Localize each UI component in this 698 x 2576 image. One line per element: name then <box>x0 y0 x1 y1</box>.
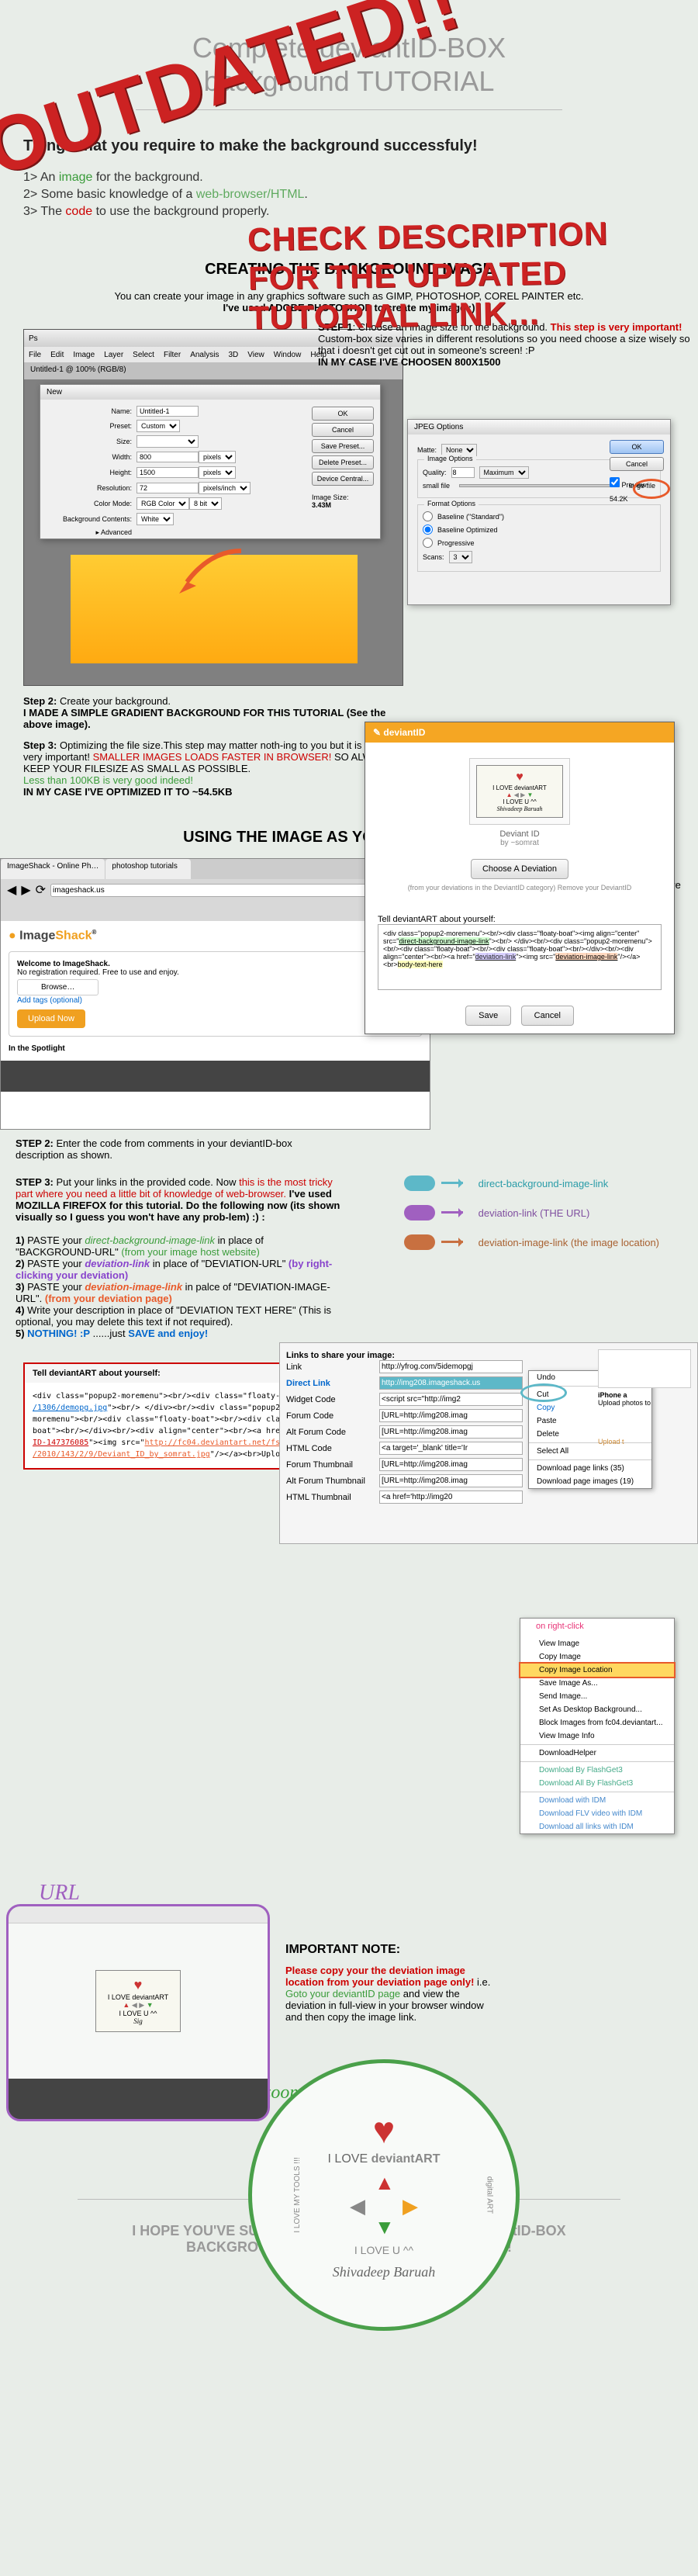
deviantid-popup: ✎ deviantID ♥I LOVE deviantART ▲ ◀ ▶ ▼ I… <box>365 722 675 1034</box>
jpeg-ok-button[interactable]: OK <box>610 440 664 454</box>
page-title: Complete deviantID-BOX background TUTORI… <box>0 31 698 98</box>
req-item: 1> An image for the background. <box>23 171 675 185</box>
photoshop-window: Ps FileEditImageLayerSelectFilterAnalysi… <box>23 329 403 686</box>
copy-image-location[interactable]: Copy Image Location <box>520 1664 674 1677</box>
requirements-title: Things that you require to make the back… <box>23 137 675 155</box>
arrow-icon <box>171 547 249 601</box>
upload-button[interactable]: Upload Now <box>17 1009 85 1028</box>
browse-button[interactable]: Browse… <box>17 979 98 995</box>
bottom-row: URL zoomed ♥I LOVE deviantART ▲ ◀ ▶ ▼ I … <box>0 1904 698 2121</box>
pencil-icon: ✎ <box>373 727 381 738</box>
page-header: Complete deviantID-BOX background TUTORI… <box>0 0 698 137</box>
step1-text: STEP 1: Choose an image size for the bac… <box>318 321 690 368</box>
ps-cancel-button[interactable]: Cancel <box>312 423 374 437</box>
size-highlight-circle <box>633 479 670 499</box>
create-title: CREATING THE BACKGROUND IMAGE <box>23 261 675 279</box>
save-button[interactable]: Save <box>465 1006 511 1026</box>
requirements-section: Things that you require to make the back… <box>0 137 698 237</box>
back-icon[interactable]: ◀ <box>7 882 16 898</box>
deviantid-thumb[interactable]: ♥I LOVE deviantART ▲ ◀ ▶ ▼ I LOVE U ^^Sh… <box>469 758 570 825</box>
arrow-up-icon: ▲ <box>375 2171 395 2195</box>
arrow-down-icon: ▼ <box>375 2215 395 2239</box>
arrow-left-icon: ◀ <box>350 2194 365 2218</box>
req-item: 3> The code to use the background proper… <box>23 205 675 219</box>
jpeg-options-dialog: JPEG Options Matte:None Image Options Qu… <box>407 419 671 605</box>
forward-icon[interactable]: ▶ <box>21 882 30 898</box>
zoom-box: ♥ I LOVE deviantART ▲ ▼ ◀ ▶ I LOVE MY TO… <box>248 2059 520 2331</box>
use-section: USING THE IMAGE AS YOUR BACKGROUND Image… <box>0 829 698 2121</box>
url-handwritten-label: URL <box>39 1881 80 1906</box>
imageshack-logo: ● ImageShack® <box>9 929 422 943</box>
step3-block: STEP 3: Put your links in the provided c… <box>0 1169 357 1347</box>
arrow-right-icon: ▶ <box>403 2194 418 2218</box>
step2-text: Step 2: Create your background. I MADE A… <box>23 695 396 730</box>
reload-icon[interactable]: ⟳ <box>36 882 46 898</box>
heart-icon: ♥ <box>373 2110 396 2152</box>
step3-text: Step 3: Optimizing the file size.This st… <box>23 739 396 798</box>
rightclick-menu: on right-click View Image Copy Image Cop… <box>520 1618 675 1834</box>
choose-deviation-button[interactable]: Choose A Deviation <box>471 859 568 879</box>
jpeg-cancel-button[interactable]: Cancel <box>610 457 664 471</box>
ps-name-input[interactable] <box>136 406 199 417</box>
bottom-browser: ♥I LOVE deviantART ▲ ◀ ▶ ▼ I LOVE U ^^Si… <box>6 1904 270 2121</box>
requirements-list: 1> An image for the background. 2> Some … <box>23 171 675 219</box>
copy-highlight-circle <box>520 1383 567 1402</box>
legend: direct-background-image-link deviation-l… <box>404 1175 659 1264</box>
ps-preset-select[interactable]: Custom <box>136 420 180 432</box>
tell-textarea[interactable]: <div class="popup2-moremenu"><br/><div c… <box>378 924 662 990</box>
cancel-button[interactable]: Cancel <box>521 1006 574 1026</box>
ps-ok-button[interactable]: OK <box>312 407 374 421</box>
req-item: 2> Some basic knowledge of a web-browser… <box>23 188 675 202</box>
share-links-panel: Links to share your image: Link Direct L… <box>279 1342 698 1544</box>
ps-new-dialog: New Name: Preset:Custom Size: Width:pixe… <box>40 384 381 539</box>
step2-block: STEP 2: Enter the code from comments in … <box>0 1130 357 1169</box>
